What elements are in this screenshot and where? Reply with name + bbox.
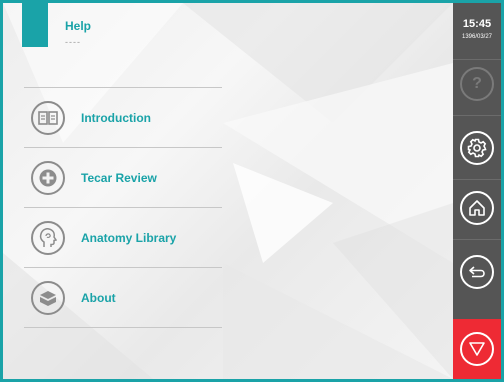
menu-item-introduction[interactable]: Introduction	[24, 88, 222, 147]
plus-icon	[31, 160, 65, 195]
clock-date: 1396/03/27	[461, 34, 493, 40]
help-button[interactable]: ?	[460, 67, 494, 101]
home-button[interactable]	[460, 191, 494, 225]
clock-time: 15:45	[462, 18, 492, 30]
home-icon	[469, 200, 485, 216]
gear-icon	[467, 138, 487, 158]
menu-item-label: Anatomy Library	[81, 230, 177, 245]
menu-divider	[24, 327, 222, 328]
app-frame: Help ---- Introduction Tecar Review Anat…	[0, 0, 504, 382]
menu-item-anatomy-library[interactable]: Anatomy Library	[24, 208, 222, 267]
head-profile-icon	[31, 220, 65, 255]
menu-item-label: About	[81, 290, 116, 305]
back-button[interactable]	[460, 255, 494, 289]
sidebar-divider	[453, 59, 501, 60]
menu-item-label: Introduction	[81, 110, 151, 125]
sidebar-divider	[453, 115, 501, 116]
page-title: Help	[65, 19, 92, 33]
menu-item-label: Tecar Review	[81, 170, 157, 185]
back-icon	[469, 266, 485, 278]
sidebar-divider	[453, 179, 501, 180]
main-panel: Help ---- Introduction Tecar Review Anat…	[3, 3, 453, 379]
stop-icon	[460, 332, 494, 366]
book-icon	[31, 100, 65, 135]
sidebar-divider	[453, 239, 501, 240]
settings-button[interactable]	[460, 131, 494, 165]
page-subtitle: ----	[65, 37, 81, 47]
menu-item-about[interactable]: About	[24, 268, 222, 327]
header-accent-bar	[22, 3, 48, 47]
help-menu: Introduction Tecar Review Anatomy Librar…	[24, 87, 222, 328]
box-icon	[31, 280, 65, 315]
menu-item-tecar-review[interactable]: Tecar Review	[24, 148, 222, 207]
sidebar: 15:45 1396/03/27 ?	[453, 3, 501, 379]
emergency-stop-button[interactable]	[453, 319, 501, 379]
help-icon: ?	[472, 75, 482, 92]
